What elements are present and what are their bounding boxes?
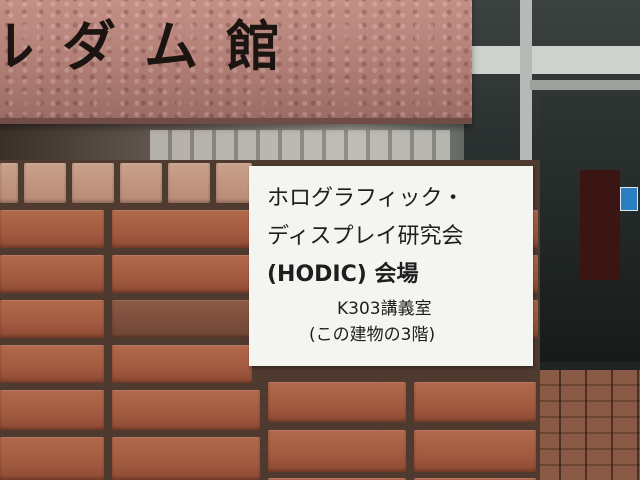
granite-name-slab: ルダム館 [0,0,472,124]
brick [0,163,18,203]
building-name: ルダム館 [0,15,308,78]
brick [168,163,210,203]
brick [0,255,104,293]
door-frame-mid [530,80,640,90]
brick [414,382,536,422]
brick [120,163,162,203]
brick [112,255,252,293]
brick [72,163,114,203]
notice-room: K303講義室 [337,299,432,319]
brick [112,345,252,383]
brick [0,437,104,480]
brick [216,163,252,203]
notice-line-1: ホログラフィック・ [267,186,465,211]
brick [0,210,104,248]
notice-floor: (この建物の3階) [309,325,436,345]
brick [414,430,536,472]
brick [0,345,104,383]
brick [268,382,406,422]
entrance-floor-grout [535,370,640,480]
brick [0,390,104,430]
brick [24,163,66,203]
brick [268,430,406,472]
notice-line-2: ディスプレイ研究会 [267,224,464,249]
notice-line-3: (HODIC) 会場 [267,262,419,287]
brick [112,390,260,430]
paper-notice: ホログラフィック・ ディスプレイ研究会 (HODIC) 会場 K303講義室 (… [249,166,533,366]
exit-sign-icon [620,187,638,211]
brick [112,437,260,480]
brick [0,300,104,338]
interior-red-panel [580,170,620,280]
photo-scene: ルダム館 ホログラフィック・ ディスプレイ研究会 (HODIC) 会場 K303… [0,0,640,480]
brick [112,300,252,338]
door-frame-top [464,46,640,74]
brick [112,210,252,248]
